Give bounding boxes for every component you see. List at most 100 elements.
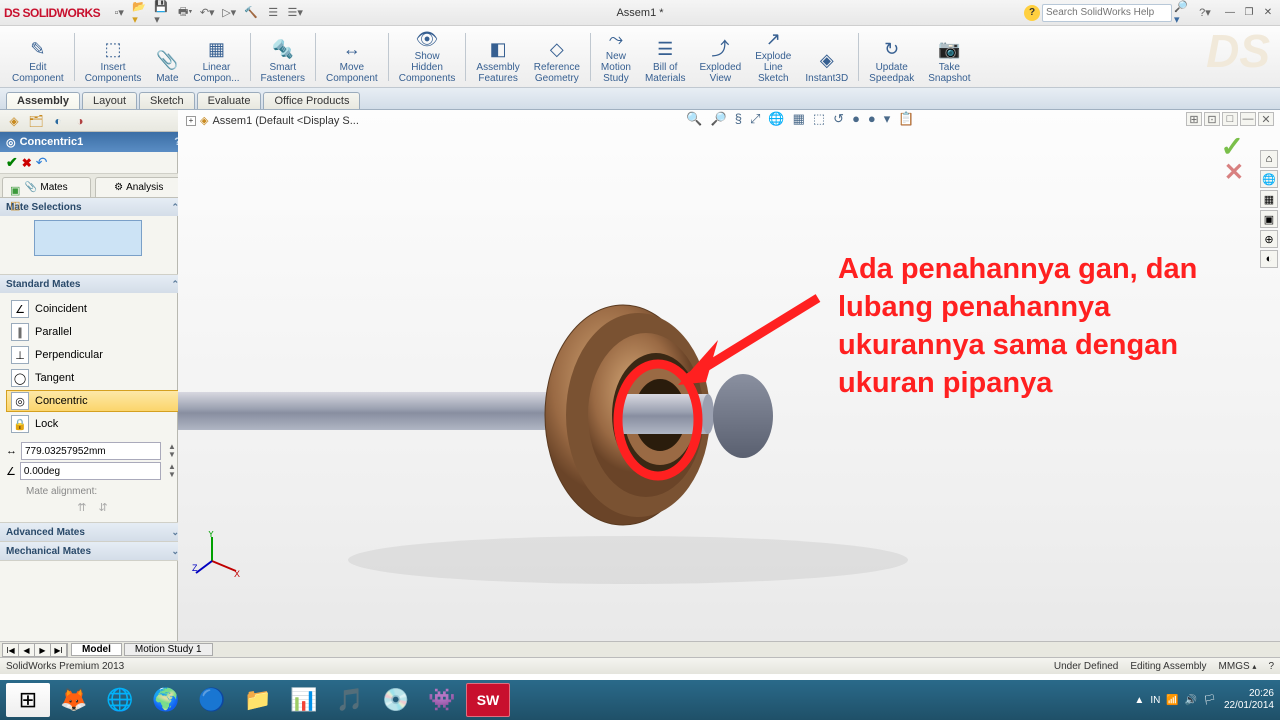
sheet-nav-button[interactable]: ◀ (19, 644, 35, 656)
minimize-button[interactable]: — (1222, 6, 1238, 20)
viewport-corner-button[interactable]: ⊡ (1204, 112, 1220, 126)
close-button[interactable]: ✕ (1260, 6, 1276, 20)
help-dropdown-icon[interactable]: ?▾ (1196, 4, 1214, 22)
standard-mates-header[interactable]: Standard Mates⌃ (0, 275, 185, 293)
status-units[interactable]: MMGS ▴ (1219, 661, 1257, 672)
align-anti-icon[interactable]: ⇵ (99, 501, 108, 514)
feature-tree-icon[interactable]: ◈ (4, 112, 24, 130)
spinner-down[interactable]: ▼ (165, 471, 179, 479)
taskpane-tab-icon[interactable]: ▣ (1260, 210, 1278, 228)
tab-assembly[interactable]: Assembly (6, 92, 80, 109)
selection-entity-icon[interactable]: ◫ (10, 199, 20, 212)
tab-model[interactable]: Model (71, 643, 122, 656)
tray-icon[interactable]: ▲ (1134, 695, 1144, 706)
tray-icon[interactable]: 🔊 (1185, 695, 1197, 706)
view-tool-icon[interactable]: ● (865, 111, 879, 127)
viewport-corner-button[interactable]: ✕ (1258, 112, 1274, 126)
taskbar-app-9[interactable]: 👾 (420, 683, 464, 717)
ribbon-insert[interactable]: ⬚InsertComponents (79, 28, 148, 84)
taskbar-app-10[interactable]: SW (466, 683, 510, 717)
help-icon[interactable]: ? (1024, 5, 1040, 21)
ribbon-linear[interactable]: ▦LinearCompon... (187, 28, 245, 84)
taskbar-app-2[interactable]: 🌐 (98, 683, 142, 717)
view-tool-icon[interactable]: 🔎 (708, 111, 730, 127)
taskbar-app-1[interactable]: 🦊 (52, 683, 96, 717)
ribbon-assembly[interactable]: ◧AssemblyFeatures (470, 28, 525, 84)
view-tool-icon[interactable]: 📋 (895, 111, 917, 127)
mate-lock[interactable]: 🔒Lock (6, 413, 179, 435)
taskbar-app-4[interactable]: 🔵 (190, 683, 234, 717)
view-tool-icon[interactable]: 🔍 (683, 111, 705, 127)
ribbon-explode[interactable]: ↗ExplodeLineSketch (749, 28, 797, 84)
view-tool-icon[interactable]: ⤢ (747, 111, 763, 127)
taskpane-tab-icon[interactable]: ▦ (1260, 190, 1278, 208)
taskpane-tab-icon[interactable]: ⌂ (1260, 150, 1278, 168)
spinner-down[interactable]: ▼ (165, 451, 179, 459)
display-mgr-icon[interactable]: ◑ (70, 112, 90, 130)
tray-icon[interactable]: 📶 (1166, 695, 1178, 706)
tab-evaluate[interactable]: Evaluate (197, 92, 262, 109)
taskbar-clock[interactable]: 20:2622/01/2014 (1224, 688, 1274, 712)
taskpane-tab-icon[interactable]: ⊕ (1260, 230, 1278, 248)
view-tool-icon[interactable]: ▦ (790, 111, 808, 127)
qat-print-icon[interactable]: 🖶▾ (176, 4, 194, 22)
angle-input[interactable] (20, 462, 161, 480)
view-tool-icon[interactable]: ▾ (881, 111, 894, 127)
ribbon-billof[interactable]: ☰Bill ofMaterials (639, 28, 692, 84)
search-go-icon[interactable]: 🔎▾ (1174, 4, 1192, 22)
expand-icon[interactable]: + (186, 116, 196, 126)
mate-parallel[interactable]: ∥Parallel (6, 321, 179, 343)
graphics-viewport[interactable]: + ◈ Assem1 (Default <Display S... 🔍🔎§⤢🌐▦… (178, 110, 1280, 657)
qat-more-icon[interactable]: ☰▾ (286, 4, 304, 22)
viewport-corner-button[interactable]: ⊞ (1186, 112, 1202, 126)
tab-layout[interactable]: Layout (82, 92, 137, 109)
mate-coincident[interactable]: ∠Coincident (6, 298, 179, 320)
qat-options-icon[interactable]: ☰ (264, 4, 282, 22)
tab-office-products[interactable]: Office Products (263, 92, 360, 109)
status-help-icon[interactable]: ? (1268, 661, 1274, 672)
restore-button[interactable]: ❐ (1241, 6, 1257, 20)
config-tree-icon[interactable]: 🗂 (26, 112, 46, 130)
taskbar-app-7[interactable]: 🎵 (328, 683, 372, 717)
viewport-corner-button[interactable]: — (1240, 112, 1256, 126)
tab-motion-study[interactable]: Motion Study 1 (124, 643, 213, 656)
ribbon-take[interactable]: 📷TakeSnapshot (922, 28, 976, 84)
qat-save-icon[interactable]: 💾▾ (154, 4, 172, 22)
mate-selection-list[interactable] (34, 220, 142, 256)
confirm-corner-cancel[interactable]: ✕ (1224, 158, 1244, 187)
view-tool-icon[interactable]: ● (849, 111, 863, 127)
qat-new-icon[interactable]: ▫▾ (110, 4, 128, 22)
view-tool-icon[interactable]: ↺ (830, 111, 847, 127)
ribbon-show[interactable]: 👁ShowHiddenComponents (393, 28, 462, 84)
taskpane-tab-icon[interactable]: 🌐 (1260, 170, 1278, 188)
qat-open-icon[interactable]: 📂▾ (132, 4, 150, 22)
ribbon-instantd[interactable]: ◈Instant3D (799, 28, 854, 84)
taskbar-app-8[interactable]: 💿 (374, 683, 418, 717)
taskbar-app-0[interactable]: ⊞ (6, 683, 50, 717)
property-mgr-icon[interactable]: ◐ (48, 112, 68, 130)
selection-face-icon[interactable]: ▣ (10, 184, 20, 197)
ribbon-edit[interactable]: ✎EditComponent (6, 28, 70, 84)
view-tool-icon[interactable]: ⬚ (810, 111, 828, 127)
taskbar-app-5[interactable]: 📁 (236, 683, 280, 717)
viewport-corner-button[interactable]: □ (1222, 112, 1238, 126)
tab-sketch[interactable]: Sketch (139, 92, 195, 109)
tray-icon[interactable]: 🏳 (1203, 695, 1216, 706)
sheet-nav-button[interactable]: I◀ (3, 644, 19, 656)
ok-button[interactable]: ✔ (6, 154, 18, 171)
mate-tangent[interactable]: ◯Tangent (6, 367, 179, 389)
mechanical-mates-header[interactable]: Mechanical Mates⌄ (0, 542, 185, 560)
ribbon-smart[interactable]: 🔩SmartFasteners (255, 28, 311, 84)
distance-input[interactable] (21, 442, 161, 460)
taskbar-app-3[interactable]: 🌍 (144, 683, 188, 717)
ribbon-reference[interactable]: ◇ReferenceGeometry (528, 28, 586, 84)
qat-select-icon[interactable]: ▷▾ (220, 4, 238, 22)
align-same-icon[interactable]: ⇈ (77, 501, 86, 514)
mate-concentric[interactable]: ◎Concentric (6, 390, 179, 412)
sheet-nav-button[interactable]: ▶I (51, 644, 67, 656)
ribbon-new[interactable]: ⤳NewMotionStudy (595, 28, 637, 84)
search-input[interactable] (1042, 4, 1172, 22)
undo-button[interactable]: ↶ (36, 154, 48, 171)
flyout-tree[interactable]: + ◈ Assem1 (Default <Display S... (186, 114, 359, 127)
ribbon-update[interactable]: ↻UpdateSpeedpak (863, 28, 920, 84)
